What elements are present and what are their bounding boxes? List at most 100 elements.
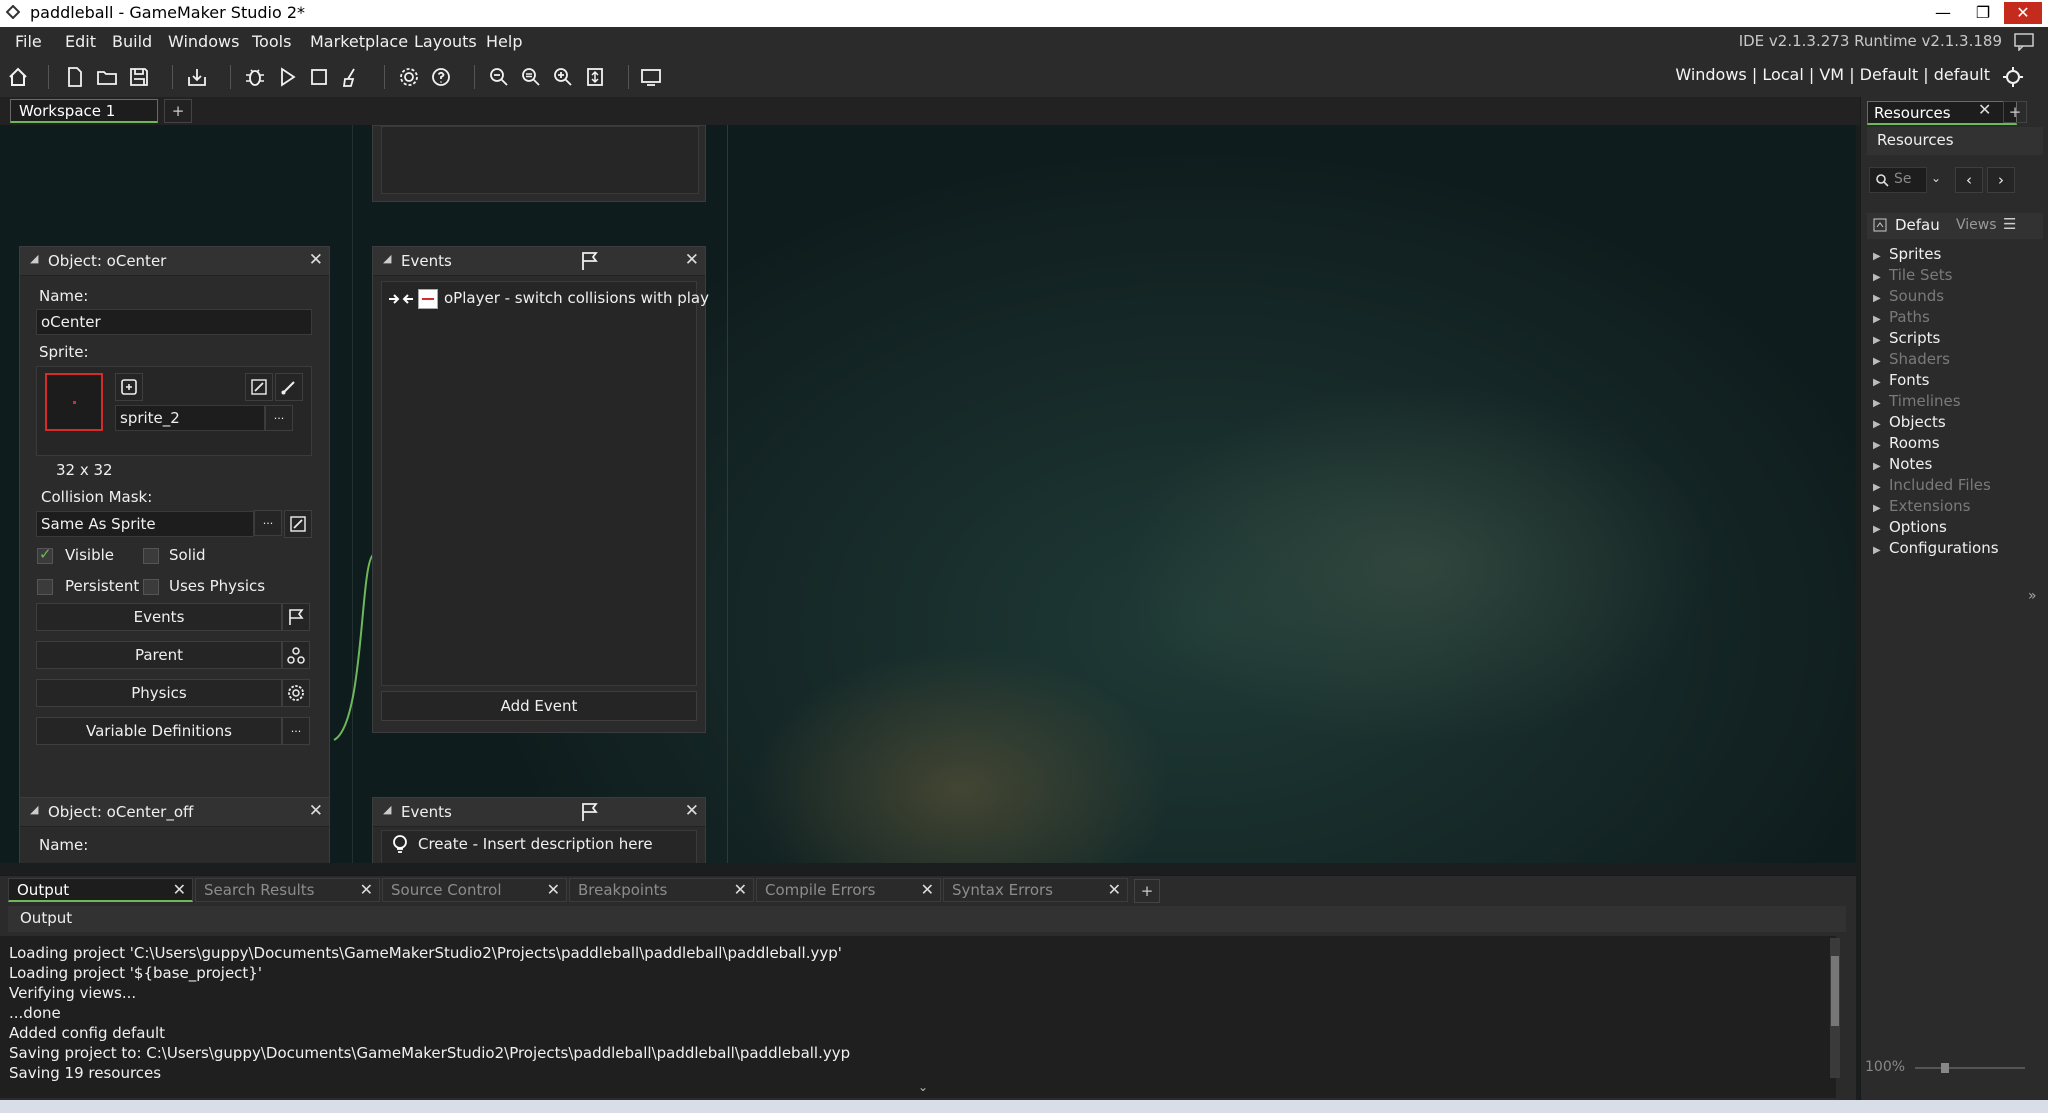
tab-breakpoints[interactable]: Breakpoints ✕ bbox=[569, 878, 754, 902]
flag-icon[interactable] bbox=[579, 802, 599, 822]
expand-arrow-icon[interactable]: ▶ bbox=[1873, 524, 1889, 535]
tab-syntax-errors[interactable]: Syntax Errors ✕ bbox=[943, 878, 1128, 902]
save-icon[interactable] bbox=[126, 64, 152, 90]
resource-folder[interactable]: ▶ Timelines bbox=[1873, 392, 1961, 410]
target-settings-icon[interactable] bbox=[2000, 64, 2026, 90]
edit-mask-icon[interactable] bbox=[284, 510, 312, 538]
collision-mask-field[interactable]: Same As Sprite bbox=[36, 511, 254, 537]
tab-compile-errors[interactable]: Compile Errors ✕ bbox=[756, 878, 941, 902]
chevron-down-icon[interactable]: ⌄ bbox=[1931, 171, 1941, 185]
minimize-button[interactable]: — bbox=[1924, 2, 1962, 24]
zoom-fit-icon[interactable] bbox=[582, 64, 608, 90]
expand-arrow-icon[interactable]: ▶ bbox=[1873, 272, 1889, 283]
resource-folder[interactable]: ▶ Sounds bbox=[1873, 287, 1944, 305]
new-sprite-icon[interactable] bbox=[115, 373, 143, 401]
variable-definitions-button[interactable]: Variable Definitions bbox=[36, 717, 282, 745]
tab-source-control[interactable]: Source Control ✕ bbox=[382, 878, 567, 902]
resource-folder[interactable]: ▶ Objects bbox=[1873, 413, 1946, 431]
workspace-canvas[interactable]: ◢ Object: oCenter ✕ Name: oCenter Sprite… bbox=[0, 125, 1856, 863]
resource-folder[interactable]: ▶ Fonts bbox=[1873, 371, 1929, 389]
close-icon[interactable]: ✕ bbox=[1978, 100, 1991, 119]
zoom-slider[interactable] bbox=[1915, 1067, 2025, 1069]
flag-icon[interactable] bbox=[579, 251, 599, 271]
resource-folder[interactable]: ▶ Options bbox=[1873, 518, 1947, 536]
add-event-button[interactable]: Add Event bbox=[381, 691, 697, 721]
game-options-icon[interactable] bbox=[396, 64, 422, 90]
expand-arrow-icon[interactable]: ▶ bbox=[1873, 482, 1889, 493]
close-icon[interactable]: ✕ bbox=[921, 879, 934, 901]
tab-output[interactable]: Output ✕ bbox=[8, 878, 193, 902]
views-menu-label[interactable]: Views bbox=[1956, 217, 1997, 233]
resource-folder[interactable]: ▶ Paths bbox=[1873, 308, 1930, 326]
parent-icon[interactable] bbox=[282, 641, 310, 669]
clean-icon[interactable] bbox=[338, 64, 364, 90]
device-manager-icon[interactable] bbox=[638, 64, 664, 90]
view-selector[interactable]: Defau Views ☰ bbox=[1867, 213, 2043, 239]
close-icon[interactable]: ✕ bbox=[1108, 879, 1121, 901]
menu-marketplace[interactable]: Marketplace bbox=[310, 32, 408, 51]
persistent-checkbox[interactable] bbox=[37, 579, 53, 595]
edit-sprite-icon[interactable] bbox=[245, 373, 273, 401]
notification-icon[interactable] bbox=[2014, 33, 2034, 51]
menu-windows[interactable]: Windows bbox=[168, 32, 239, 51]
close-icon[interactable]: ✕ bbox=[309, 801, 323, 821]
physics-button[interactable]: Physics bbox=[36, 679, 282, 707]
menu-build[interactable]: Build bbox=[112, 32, 152, 51]
expand-arrow-icon[interactable]: ▶ bbox=[1873, 503, 1889, 514]
sprite-browse-button[interactable]: ··· bbox=[265, 405, 293, 431]
stop-icon[interactable] bbox=[306, 64, 332, 90]
sprite-name-field[interactable]: sprite_2 bbox=[115, 405, 265, 431]
resource-folder[interactable]: ▶ Extensions bbox=[1873, 497, 1970, 515]
zoom-reset-icon[interactable] bbox=[518, 64, 544, 90]
resource-folder[interactable]: ▶ Scripts bbox=[1873, 329, 1940, 347]
tab-workspace-1[interactable]: Workspace 1 bbox=[10, 99, 158, 123]
events-panel-header[interactable]: ◢ Events ✕ bbox=[373, 247, 705, 276]
close-icon[interactable]: ✕ bbox=[309, 250, 323, 270]
close-icon[interactable]: ✕ bbox=[547, 879, 560, 901]
tab-resources[interactable]: Resources bbox=[1867, 101, 2017, 125]
resource-folder[interactable]: ▶ Included Files bbox=[1873, 476, 1991, 494]
events-panel-header[interactable]: ◢ Events ✕ bbox=[373, 798, 705, 827]
parent-button[interactable]: Parent bbox=[36, 641, 282, 669]
uses-physics-checkbox[interactable] bbox=[143, 579, 159, 595]
sprite-preview[interactable] bbox=[45, 373, 103, 431]
forward-arrow-icon[interactable]: › bbox=[1987, 167, 2015, 193]
collapse-caret-icon[interactable]: ◢ bbox=[383, 252, 391, 265]
expand-arrow-icon[interactable]: ▶ bbox=[1873, 377, 1889, 388]
resource-folder[interactable]: ▶ Notes bbox=[1873, 455, 1932, 473]
expand-arrow-icon[interactable]: ▶ bbox=[1873, 398, 1889, 409]
add-workspace-button[interactable]: + bbox=[164, 99, 192, 123]
resource-folder[interactable]: ▶ Rooms bbox=[1873, 434, 1940, 452]
expand-arrow-icon[interactable]: ▶ bbox=[1873, 251, 1889, 262]
panel-header[interactable]: ◢ Object: oCenter_off ✕ bbox=[20, 798, 329, 827]
menu-help[interactable]: Help bbox=[486, 32, 522, 51]
close-window-button[interactable]: ✕ bbox=[2004, 2, 2042, 24]
close-icon[interactable]: ✕ bbox=[685, 801, 699, 821]
output-log[interactable]: Loading project 'C:\Users\guppy\Document… bbox=[0, 936, 1836, 1098]
collision-browse-button[interactable]: ··· bbox=[254, 510, 282, 536]
tab-search-results[interactable]: Search Results ✕ bbox=[195, 878, 380, 902]
zoom-out-icon[interactable] bbox=[486, 64, 512, 90]
resource-folder[interactable]: ▶ Shaders bbox=[1873, 350, 1950, 368]
resource-folder[interactable]: ▶ Sprites bbox=[1873, 245, 1941, 263]
collapse-caret-icon[interactable]: ◢ bbox=[30, 252, 38, 265]
new-project-icon[interactable] bbox=[62, 64, 88, 90]
close-icon[interactable]: ✕ bbox=[685, 250, 699, 270]
expand-arrow-icon[interactable]: ▶ bbox=[1873, 293, 1889, 304]
variable-definitions-more-button[interactable]: ··· bbox=[282, 717, 310, 745]
back-arrow-icon[interactable]: ‹ bbox=[1955, 167, 1983, 193]
visible-checkbox[interactable] bbox=[37, 545, 53, 564]
events-flag-icon[interactable] bbox=[282, 603, 310, 631]
zoom-in-icon[interactable] bbox=[550, 64, 576, 90]
collapse-caret-icon[interactable]: ◢ bbox=[30, 803, 38, 816]
list-item[interactable]: oPlayer - switch collisions with play bbox=[386, 286, 709, 312]
expand-arrow-icon[interactable]: ▶ bbox=[1873, 545, 1889, 556]
expand-arrow-icon[interactable]: ▶ bbox=[1873, 461, 1889, 472]
create-executable-icon[interactable] bbox=[184, 64, 210, 90]
open-project-icon[interactable] bbox=[94, 64, 120, 90]
expand-arrow-icon[interactable]: ▶ bbox=[1873, 335, 1889, 346]
collapse-output-icon[interactable]: ⌄ bbox=[918, 1080, 928, 1094]
menu-edit[interactable]: Edit bbox=[65, 32, 96, 51]
expand-panel-icon[interactable]: » bbox=[2028, 588, 2037, 604]
menu-icon[interactable]: ☰ bbox=[2003, 215, 2016, 233]
